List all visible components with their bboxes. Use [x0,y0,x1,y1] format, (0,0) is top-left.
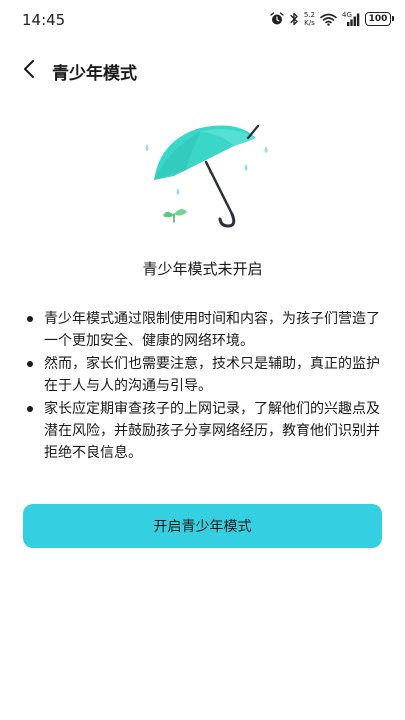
network-speed-unit: K/s [304,19,315,27]
sprout-icon [163,208,187,223]
umbrella-illustration [130,118,280,236]
network-speed: 5.2 K/s [304,11,315,27]
bullet-icon [27,361,33,367]
signal-icon: 4G [342,10,360,26]
network-speed-value: 5.2 [303,11,315,19]
battery-level: 100 [368,14,388,24]
tips-list: 青少年模式通过限制使用时间和内容，为孩子们营造了一个更加安全、健康的网络环境。 … [26,308,386,465]
status-time: 14:45 [22,11,66,29]
battery-icon: 100 [365,12,394,26]
alarm-icon [270,12,284,26]
page-title: 青少年模式 [52,64,137,84]
status-icons: 5.2 K/s 4G 100 [270,9,394,29]
tip-text: 青少年模式通过限制使用时间和内容，为孩子们营造了一个更加安全、健康的网络环境。 [44,311,380,349]
list-item: 青少年模式通过限制使用时间和内容，为孩子们营造了一个更加安全、健康的网络环境。 [26,308,386,352]
network-type: 4G [342,10,352,19]
bluetooth-icon [289,12,299,26]
back-button[interactable] [14,56,44,86]
list-item: 家长应定期审查孩子的上网记录，了解他们的兴趣点及潜在风险，并鼓励孩子分享网络经历… [26,398,386,464]
enable-teen-mode-button[interactable]: 开启青少年模式 [23,504,382,548]
tip-text: 然而，家长们也需要注意，技术只是辅助，真正的监护在于人与人的沟通与引导。 [44,356,380,394]
list-item: 然而，家长们也需要注意，技术只是辅助，真正的监护在于人与人的沟通与引导。 [26,353,386,397]
chevron-left-icon [22,59,36,83]
wifi-icon [320,13,337,26]
tip-text: 家长应定期审查孩子的上网记录，了解他们的兴趣点及潜在风险，并鼓励孩子分享网络经历… [44,401,380,461]
status-bar: 14:45 5.2 K/s 4G 100 [0,0,405,40]
teen-mode-status: 青少年模式未开启 [142,260,263,278]
bullet-icon [27,316,33,322]
app-header: 青少年模式 [0,50,405,90]
bullet-icon [27,406,33,412]
